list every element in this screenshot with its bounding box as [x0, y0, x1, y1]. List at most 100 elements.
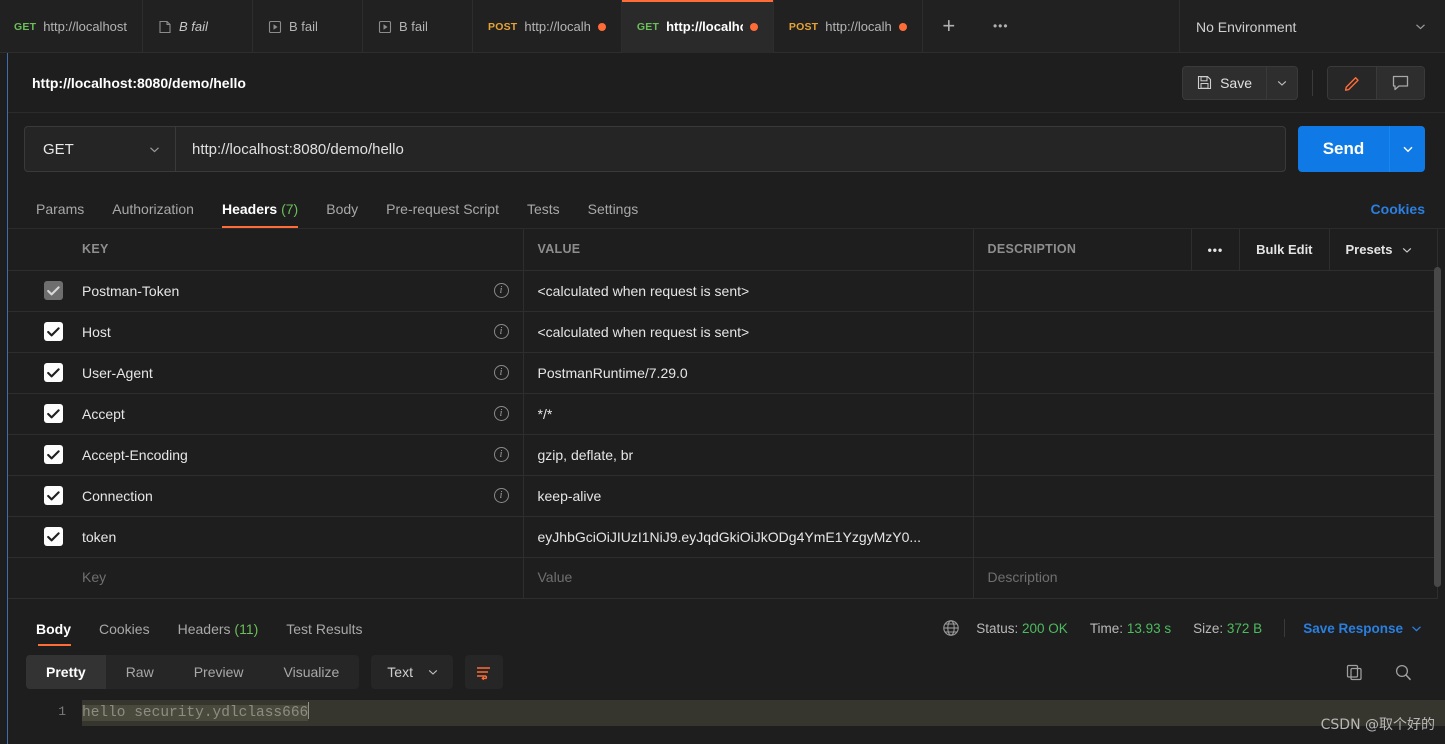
chevron-down-icon [150, 146, 159, 152]
row-enable-checkbox[interactable] [44, 527, 63, 546]
send-button[interactable]: Send [1298, 126, 1389, 172]
row-enable-checkbox[interactable] [44, 404, 63, 423]
row-description-cell[interactable] [973, 352, 1438, 394]
headers-table-scrollbar[interactable] [1434, 267, 1441, 587]
request-tab-3[interactable]: B fail [363, 0, 474, 53]
http-method-select[interactable]: GET [24, 126, 175, 172]
headers-more-button[interactable]: ••• [1190, 229, 1240, 270]
environment-selector[interactable]: No Environment [1179, 0, 1445, 53]
row-enable-checkbox[interactable] [44, 322, 63, 341]
request-tab-settings[interactable]: Settings [574, 201, 653, 228]
row-enable-checkbox[interactable] [44, 281, 63, 300]
info-icon[interactable]: i [493, 447, 509, 462]
new-header-row: Key Value Description [8, 557, 1438, 599]
request-tab-authorization[interactable]: Authorization [98, 201, 208, 228]
info-icon[interactable]: i [493, 406, 509, 421]
url-input[interactable]: http://localhost:8080/demo/hello [175, 126, 1286, 172]
presets-button[interactable]: Presets [1328, 229, 1429, 270]
copy-button[interactable] [1345, 663, 1364, 682]
request-tab-headers[interactable]: Headers (7) [208, 201, 312, 228]
http-method-value: GET [43, 140, 74, 158]
response-size[interactable]: Size: 372 B [1193, 621, 1262, 636]
response-time[interactable]: Time: 13.93 s [1090, 621, 1171, 636]
runner-play-icon [378, 20, 392, 34]
response-tab-cookies[interactable]: Cookies [85, 621, 164, 646]
new-tab-button[interactable]: + [923, 0, 975, 53]
row-key-cell[interactable]: token [68, 516, 524, 558]
response-tab-test-results[interactable]: Test Results [272, 621, 376, 646]
row-key-cell[interactable]: Postman-Token i [68, 270, 524, 312]
header-key-value: User-Agent [82, 364, 153, 381]
request-tab-tests[interactable]: Tests [513, 201, 574, 228]
request-tab-1[interactable]: B fail [143, 0, 254, 53]
cookies-link[interactable]: Cookies [1371, 201, 1425, 228]
info-icon[interactable]: i [493, 324, 509, 339]
edit-request-button[interactable] [1328, 66, 1376, 99]
row-value-cell[interactable]: PostmanRuntime/7.29.0 [523, 352, 974, 394]
save-response-button[interactable]: Save Response [1303, 621, 1423, 636]
row-key-cell[interactable]: Accept i [68, 393, 524, 435]
request-tab-2[interactable]: B fail [253, 0, 364, 53]
row-description-cell[interactable] [973, 434, 1438, 476]
response-tab-headers[interactable]: Headers (11) [164, 621, 273, 646]
save-button[interactable]: Save [1182, 65, 1266, 100]
row-value-cell[interactable]: */* [523, 393, 974, 435]
row-value-cell[interactable]: gzip, deflate, br [523, 434, 974, 476]
row-value-cell[interactable]: eyJhbGciOiJIUzI1NiJ9.eyJqdGkiOiJkODg4YmE… [523, 516, 974, 558]
new-row-description-cell[interactable]: Description [973, 557, 1438, 599]
view-visualize[interactable]: Visualize [264, 655, 360, 689]
search-button[interactable] [1394, 663, 1413, 682]
table-row: Host i <calculated when request is sent> [8, 311, 1438, 353]
request-tab-params[interactable]: Params [24, 201, 98, 228]
save-dropdown-button[interactable] [1266, 65, 1298, 100]
response-tab-body[interactable]: Body [24, 621, 85, 646]
info-icon[interactable]: i [493, 365, 509, 380]
row-checkbox-cell [8, 516, 68, 558]
tab-label: Params [36, 201, 85, 217]
request-tab-0[interactable]: GET http://localhost [0, 0, 144, 53]
row-key-cell[interactable]: Host i [68, 311, 524, 353]
tab-label: B fail [179, 19, 208, 34]
row-key-cell[interactable]: Connection i [68, 475, 524, 517]
info-icon[interactable]: i [493, 283, 509, 298]
send-dropdown-button[interactable] [1389, 126, 1425, 172]
row-description-cell[interactable] [973, 270, 1438, 312]
wrap-lines-button[interactable] [464, 655, 503, 689]
view-preview[interactable]: Preview [174, 655, 264, 689]
row-enable-checkbox[interactable] [44, 445, 63, 464]
request-tab-body[interactable]: Body [312, 201, 372, 228]
tab-label: http://localh [524, 19, 591, 34]
row-value-cell[interactable]: keep-alive [523, 475, 974, 517]
bulk-edit-button[interactable]: Bulk Edit [1239, 229, 1328, 270]
info-icon[interactable]: i [493, 488, 509, 503]
status-badge[interactable]: Status: 200 OK [976, 621, 1068, 636]
view-pretty[interactable]: Pretty [26, 655, 106, 689]
new-row-value-cell[interactable]: Value [523, 557, 974, 599]
comment-button[interactable] [1376, 66, 1424, 99]
request-tab-5[interactable]: GET http://localho [621, 0, 774, 53]
request-tab-pre-request-script[interactable]: Pre-request Script [372, 201, 513, 228]
row-description-cell[interactable] [973, 516, 1438, 558]
row-enable-checkbox[interactable] [44, 486, 63, 505]
response-format-select[interactable]: Text [371, 655, 453, 689]
tab-more-options-button[interactable]: ••• [975, 0, 1027, 53]
row-checkbox-cell [8, 434, 68, 476]
request-tab-4[interactable]: POST http://localh [473, 0, 622, 53]
plus-icon: + [942, 13, 956, 38]
tab-label: http://localhost [43, 19, 128, 34]
tab-label: Pre-request Script [386, 201, 499, 217]
row-key-cell[interactable]: User-Agent i [68, 352, 524, 394]
row-description-cell[interactable] [973, 311, 1438, 353]
row-value-cell[interactable]: <calculated when request is sent> [523, 311, 974, 353]
row-description-cell[interactable] [973, 393, 1438, 435]
row-value-cell[interactable]: <calculated when request is sent> [523, 270, 974, 312]
new-row-key-cell[interactable]: Key [68, 557, 524, 599]
row-description-cell[interactable] [973, 475, 1438, 517]
request-tab-6[interactable]: POST http://localh [774, 0, 923, 53]
row-enable-checkbox[interactable] [44, 363, 63, 382]
view-raw[interactable]: Raw [106, 655, 174, 689]
tab-count: (11) [234, 621, 259, 637]
response-body-editor[interactable]: 1 hello security.ydlclass666 [8, 696, 1445, 744]
row-key-cell[interactable]: Accept-Encoding i [68, 434, 524, 476]
table-row: Connection i keep-alive [8, 475, 1438, 517]
